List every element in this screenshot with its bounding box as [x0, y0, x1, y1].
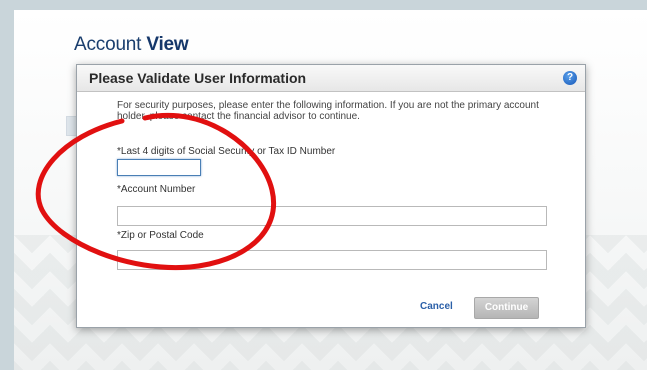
- page-title-prefix: Account: [74, 34, 147, 55]
- ssn-label: *Last 4 digits of Social Security or Tax…: [117, 146, 336, 157]
- intro-text: For security purposes, please enter the …: [117, 100, 539, 122]
- dialog-title: Please Validate User Information: [89, 70, 307, 86]
- dialog-body: For security purposes, please enter the …: [77, 92, 585, 327]
- zip-code-input[interactable]: [117, 250, 547, 270]
- page-title: Account View: [74, 34, 189, 56]
- dialog-header: Please Validate User Information ?: [77, 65, 585, 92]
- account-number-label: *Account Number: [117, 184, 196, 195]
- ssn-input[interactable]: [117, 159, 201, 176]
- validate-user-dialog: Please Validate User Information ? For s…: [76, 64, 586, 328]
- continue-button[interactable]: Continue: [474, 297, 539, 319]
- account-number-input[interactable]: [117, 206, 547, 226]
- cancel-link[interactable]: Cancel: [420, 301, 453, 312]
- page-background: Account View Please Validate User Inform…: [14, 10, 647, 370]
- zip-code-label: *Zip or Postal Code: [117, 230, 204, 241]
- page-title-emphasis: View: [146, 34, 189, 55]
- help-icon[interactable]: ?: [563, 71, 577, 85]
